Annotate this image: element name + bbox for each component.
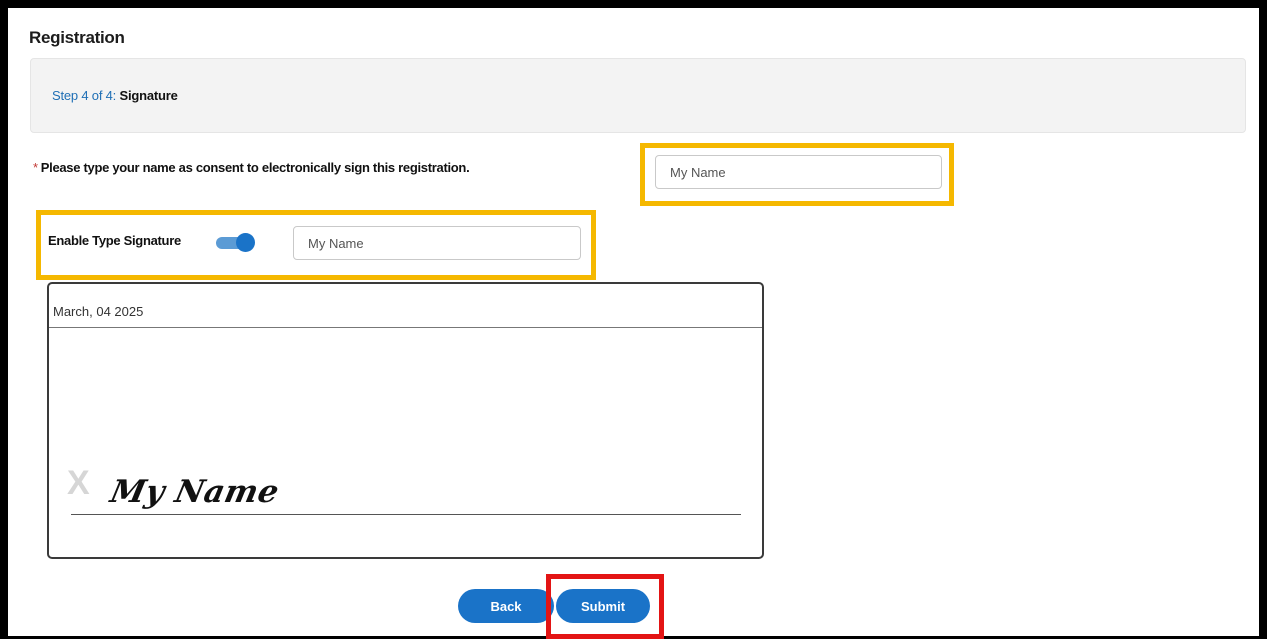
toggle-knob (236, 233, 255, 252)
signature-x-mark: X (67, 464, 90, 502)
consent-label: * Please type your name as consent to ele… (33, 160, 470, 175)
step-text: Step 4 of 4: Signature (52, 88, 178, 103)
step-name: Signature (119, 88, 178, 103)
type-signature-input[interactable] (293, 226, 581, 260)
type-signature-toggle[interactable] (216, 233, 255, 252)
signature-pad[interactable]: March, 04 2025 X My Name (47, 282, 764, 559)
signature-date: March, 04 2025 (53, 304, 144, 319)
signature-line (71, 514, 741, 515)
page-title: Registration (29, 28, 125, 47)
back-button[interactable]: Back (458, 589, 554, 623)
signature-name: My Name (107, 474, 283, 510)
consent-name-input[interactable] (655, 155, 942, 189)
step-count: Step 4 of 4: (52, 88, 117, 103)
registration-page: Registration Step 4 of 4: Signature * Ple… (8, 8, 1259, 639)
signature-date-row: March, 04 2025 (49, 284, 762, 328)
type-signature-label: Enable Type Signature (48, 233, 181, 248)
submit-button[interactable]: Submit (556, 589, 650, 623)
step-indicator: Step 4 of 4: Signature (30, 58, 1246, 133)
consent-label-text: Please type your name as consent to elec… (40, 160, 470, 175)
required-marker: * (33, 160, 38, 175)
